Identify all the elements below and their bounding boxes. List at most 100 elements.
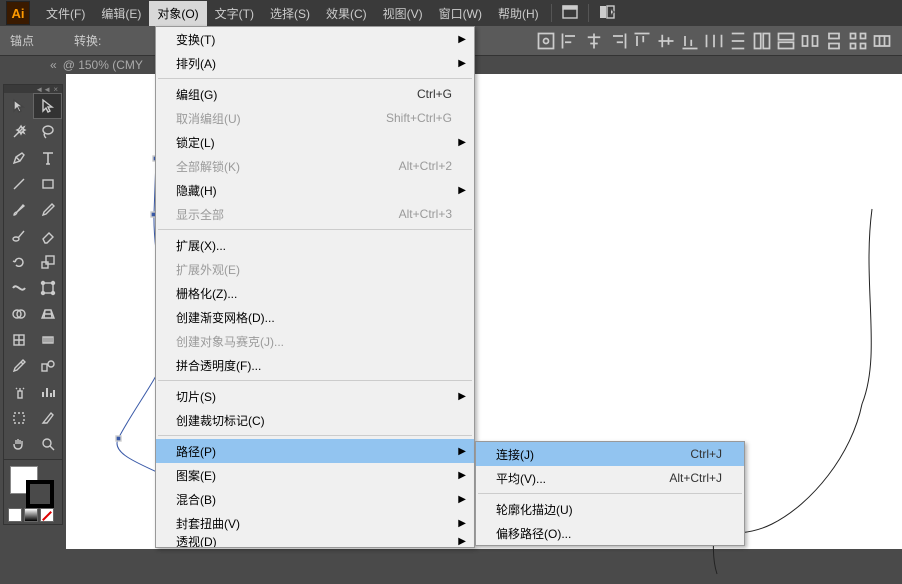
submenu-arrow-icon: ▶ xyxy=(458,446,466,457)
align-left-icon[interactable] xyxy=(560,31,580,51)
menu-view[interactable]: 视图(V) xyxy=(375,1,431,26)
menu-item[interactable]: 混合(B)▶ xyxy=(156,487,474,511)
cb-icon[interactable] xyxy=(536,31,556,51)
menu-effect[interactable]: 效果(C) xyxy=(318,1,375,26)
tab-collapse-glyph[interactable]: « xyxy=(50,58,57,72)
direct-selection-tool[interactable] xyxy=(33,93,62,119)
menu-item[interactable]: 创建渐变网格(D)... xyxy=(156,305,474,329)
menu-item[interactable]: 平均(V)...Alt+Ctrl+J xyxy=(476,466,744,490)
line-tool[interactable] xyxy=(4,171,33,197)
menu-item: 全部解锁(K)Alt+Ctrl+2 xyxy=(156,154,474,178)
eraser-tool[interactable] xyxy=(33,223,62,249)
blend-tool[interactable] xyxy=(33,353,62,379)
cb-icon[interactable] xyxy=(752,31,772,51)
fill-stroke-swatch[interactable] xyxy=(4,462,62,506)
color-mode-none[interactable] xyxy=(40,508,54,522)
color-mode-solid[interactable] xyxy=(8,508,22,522)
symbol-sprayer-tool[interactable] xyxy=(4,379,33,405)
menu-item[interactable]: 切片(S)▶ xyxy=(156,384,474,408)
menu-item[interactable]: 透视(D) ▶ xyxy=(156,535,474,547)
align-bottom-icon[interactable] xyxy=(680,31,700,51)
cb-icon[interactable] xyxy=(800,31,820,51)
selection-tool[interactable] xyxy=(4,93,33,119)
lasso-tool[interactable] xyxy=(33,119,62,145)
free-transform-tool[interactable] xyxy=(33,275,62,301)
menu-item[interactable]: 锁定(L)▶ xyxy=(156,130,474,154)
menu-item[interactable]: 变换(T)▶ xyxy=(156,27,474,51)
menu-help[interactable]: 帮助(H) xyxy=(490,1,547,26)
menu-type[interactable]: 文字(T) xyxy=(207,1,262,26)
menu-shortcut: Ctrl+G xyxy=(417,87,452,101)
distribute-h-icon[interactable] xyxy=(704,31,724,51)
anchor-label: 锚点 xyxy=(10,32,34,49)
menu-item-label: 图案(E) xyxy=(176,467,216,484)
eyedropper-tool[interactable] xyxy=(4,353,33,379)
workspace-icon[interactable] xyxy=(556,3,584,24)
menu-item-label: 透视(D) xyxy=(176,535,217,547)
menu-item[interactable]: 编组(G)Ctrl+G xyxy=(156,82,474,106)
menu-item: 取消编组(U)Shift+Ctrl+G xyxy=(156,106,474,130)
menu-item-label: 变换(T) xyxy=(176,31,215,48)
cb-icon[interactable] xyxy=(872,31,892,51)
menu-item[interactable]: 排列(A)▶ xyxy=(156,51,474,75)
blob-brush-tool[interactable] xyxy=(4,223,33,249)
cb-icon[interactable] xyxy=(824,31,844,51)
align-center-h-icon[interactable] xyxy=(584,31,604,51)
menu-item[interactable]: 路径(P)▶ xyxy=(156,439,474,463)
menu-item[interactable]: 拼合透明度(F)... xyxy=(156,353,474,377)
perspective-grid-tool[interactable] xyxy=(33,301,62,327)
menu-window[interactable]: 窗口(W) xyxy=(431,1,490,26)
pen-tool[interactable] xyxy=(4,145,33,171)
column-graph-tool[interactable] xyxy=(33,379,62,405)
shape-builder-tool[interactable] xyxy=(4,301,33,327)
menu-item[interactable]: 封套扭曲(V)▶ xyxy=(156,511,474,535)
width-tool[interactable] xyxy=(4,275,33,301)
menu-item[interactable]: 连接(J)Ctrl+J xyxy=(476,442,744,466)
hand-tool[interactable] xyxy=(4,431,33,457)
grid-icon[interactable] xyxy=(848,31,868,51)
menu-edit[interactable]: 编辑(E) xyxy=(93,1,149,26)
stroke-swatch[interactable] xyxy=(26,480,54,508)
type-tool[interactable] xyxy=(33,145,62,171)
cb-icon[interactable] xyxy=(776,31,796,51)
paintbrush-tool[interactable] xyxy=(4,197,33,223)
align-right-icon[interactable] xyxy=(608,31,628,51)
app-icon: Ai xyxy=(6,1,30,25)
menu-shortcut: Alt+Ctrl+3 xyxy=(399,207,452,221)
menu-item[interactable]: 轮廓化描边(U) xyxy=(476,497,744,521)
rotate-tool[interactable] xyxy=(4,249,33,275)
distribute-v-icon[interactable] xyxy=(728,31,748,51)
submenu-arrow-icon: ▶ xyxy=(458,137,466,148)
menu-item: 扩展外观(E) xyxy=(156,257,474,281)
submenu-arrow-icon: ▶ xyxy=(458,536,466,547)
menu-item[interactable]: 扩展(X)... xyxy=(156,233,474,257)
submenu-arrow-icon: ▶ xyxy=(458,58,466,69)
menubar-separator xyxy=(588,4,589,22)
toolbox-handle[interactable]: ◄◄ × xyxy=(4,85,62,93)
menu-separator xyxy=(158,380,472,381)
scale-tool[interactable] xyxy=(33,249,62,275)
menu-item[interactable]: 偏移路径(O)... xyxy=(476,521,744,545)
artboard-tool[interactable] xyxy=(4,405,33,431)
align-top-icon[interactable] xyxy=(632,31,652,51)
submenu-arrow-icon: ▶ xyxy=(458,391,466,402)
menu-item-label: 封套扭曲(V) xyxy=(176,515,240,532)
menu-item[interactable]: 栅格化(Z)... xyxy=(156,281,474,305)
menu-file[interactable]: 文件(F) xyxy=(38,1,93,26)
align-center-v-icon[interactable] xyxy=(656,31,676,51)
menu-object[interactable]: 对象(O) xyxy=(149,1,206,26)
menubar-separator xyxy=(551,4,552,22)
rectangle-tool[interactable] xyxy=(33,171,62,197)
menu-item[interactable]: 创建裁切标记(C) xyxy=(156,408,474,432)
slice-tool[interactable] xyxy=(33,405,62,431)
arrange-icon[interactable] xyxy=(593,3,621,24)
magic-wand-tool[interactable] xyxy=(4,119,33,145)
zoom-tool[interactable] xyxy=(33,431,62,457)
menu-select[interactable]: 选择(S) xyxy=(262,1,318,26)
pencil-tool[interactable] xyxy=(33,197,62,223)
menu-item[interactable]: 图案(E)▶ xyxy=(156,463,474,487)
menu-item[interactable]: 隐藏(H)▶ xyxy=(156,178,474,202)
mesh-tool[interactable] xyxy=(4,327,33,353)
color-mode-gradient[interactable] xyxy=(24,508,38,522)
gradient-tool[interactable] xyxy=(33,327,62,353)
